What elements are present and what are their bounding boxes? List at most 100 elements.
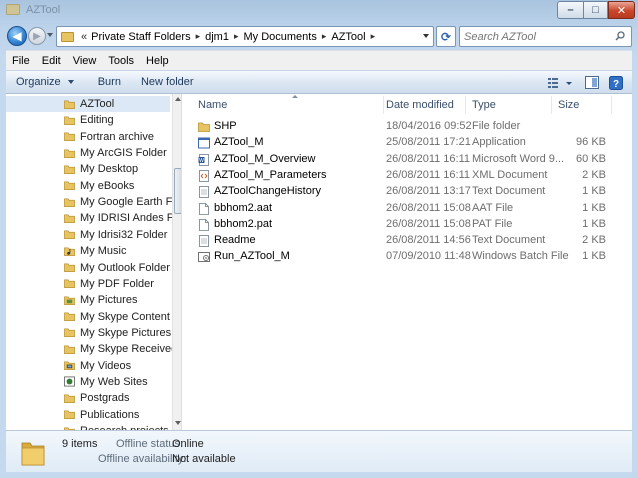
file-name: bbhom2.pat [214, 217, 273, 230]
minimize-button[interactable]: – [557, 1, 583, 19]
burn-button[interactable]: Burn [92, 76, 127, 88]
file-row[interactable]: AZTool_M_Parameters 26/08/2011 16:11 XML D… [182, 168, 632, 184]
menu-file[interactable]: File [6, 55, 36, 67]
close-button[interactable]: ✕ [608, 1, 635, 19]
nav-item-my-ebooks[interactable]: My eBooks [6, 178, 170, 194]
file-row[interactable]: bbhom2.pat 26/08/2011 15:08 PAT File 1 KB [182, 217, 632, 233]
nav-item-my-skype-received-files[interactable]: My Skype Received Files [6, 341, 181, 357]
nav-item-aztool[interactable]: AZTool [6, 96, 170, 112]
file-date-modified: 25/08/2011 17:21 [386, 136, 471, 149]
folder-icon [6, 4, 20, 15]
scroll-thumb[interactable] [174, 168, 181, 214]
nav-item-my-web-sites[interactable]: My Web Sites [6, 374, 170, 390]
sort-ascending-icon [292, 95, 298, 98]
forward-button[interactable]: ▶ [28, 27, 46, 45]
help-button[interactable]: ? [608, 75, 624, 90]
breadcrumb-my-documents[interactable]: My Documents [243, 31, 316, 43]
menu-edit[interactable]: Edit [36, 55, 67, 67]
nav-item-my-outlook-folder[interactable]: My Outlook Folder [6, 260, 170, 276]
breadcrumb-overflow[interactable]: « [81, 31, 87, 43]
breadcrumb-separator[interactable]: ▸ [234, 31, 239, 42]
refresh-icon: ⟳ [440, 29, 452, 44]
search-icon[interactable] [615, 31, 625, 41]
file-row[interactable]: bbhom2.aat 26/08/2011 15:08 AAT File 1 KB [182, 201, 632, 217]
folder-icon [61, 31, 74, 42]
nav-item-label: My Music [80, 245, 127, 258]
menu-help[interactable]: Help [140, 55, 175, 67]
nav-item-my-skype-content[interactable]: My Skype Content [6, 309, 170, 325]
nav-item-my-idrisi-andes-folder[interactable]: My IDRISI Andes Folder [6, 210, 181, 226]
nav-item-label: My Skype Received Files [80, 343, 181, 356]
nav-item-my-pdf-folder[interactable]: My PDF Folder [6, 276, 170, 292]
nav-item-postgrads[interactable]: Postgrads [6, 390, 170, 406]
back-button[interactable]: ◀ [7, 26, 27, 46]
nav-item-editing[interactable]: Editing [6, 112, 170, 128]
nav-item-research-projects[interactable]: Research projects [6, 423, 170, 430]
address-bar[interactable]: « Private Staff Folders ▸ djm1 ▸ My Docu… [56, 26, 434, 47]
recent-pages-dropdown[interactable] [47, 33, 53, 37]
breadcrumb-aztool[interactable]: AZTool [331, 31, 365, 43]
change-view-button[interactable] [546, 75, 576, 90]
nav-item-my-desktop[interactable]: My Desktop [6, 161, 170, 177]
file-row[interactable]: W AZTool_M_Overview 26/08/2011 16:11 Micros… [182, 152, 632, 168]
search-input[interactable] [464, 29, 609, 44]
nav-item-publications[interactable]: Publications [6, 407, 170, 423]
nav-item-my-videos[interactable]: My Videos [6, 358, 170, 374]
folder-icon [64, 410, 75, 420]
file-name: AZTool_M [214, 136, 264, 149]
nav-item-my-arcgis-folder[interactable]: My ArcGIS Folder [6, 145, 170, 161]
file-row[interactable]: SHP 18/04/2016 09:52 File folder [182, 119, 632, 135]
breadcrumb-separator[interactable]: ▸ [371, 31, 376, 42]
file-icon [199, 202, 209, 215]
folder-icon [64, 328, 75, 338]
svg-text:?: ? [613, 79, 619, 90]
new-folder-button[interactable]: New folder [135, 76, 200, 88]
file-name: AZToolChangeHistory [214, 185, 321, 198]
file-row[interactable]: Readme 26/08/2011 14:56 Text Document 2 KB [182, 233, 632, 249]
nav-item-label: My ArcGIS Folder [80, 147, 167, 160]
file-name: bbhom2.aat [214, 201, 273, 214]
breadcrumb-djm1[interactable]: djm1 [205, 31, 229, 43]
organize-button[interactable]: Organize [10, 76, 80, 88]
search-box[interactable] [459, 26, 632, 47]
nav-item-fortran-archive[interactable]: Fortran archive [6, 129, 170, 145]
nav-item-label: My Desktop [80, 163, 139, 176]
maximize-button[interactable]: □ [583, 1, 608, 19]
breadcrumb-separator[interactable]: ▸ [196, 31, 201, 42]
menu-tools[interactable]: Tools [102, 55, 140, 67]
scroll-down-icon[interactable] [175, 421, 181, 425]
videos-folder-icon [64, 361, 75, 371]
pictures-folder-icon [64, 296, 75, 305]
file-row[interactable]: AZTool_M 25/08/2011 17:21 Application 96 KB [182, 135, 632, 151]
menu-view[interactable]: View [67, 55, 103, 67]
application-icon [198, 137, 210, 149]
nav-item-my-pictures[interactable]: My Pictures [6, 292, 170, 308]
breadcrumb-private-staff-folders[interactable]: Private Staff Folders [91, 31, 190, 43]
address-dropdown-icon[interactable] [423, 34, 429, 38]
breadcrumb-separator[interactable]: ▸ [322, 31, 327, 42]
column-header-name[interactable]: Name [192, 95, 384, 114]
column-header-date[interactable]: Date modified [380, 96, 466, 114]
nav-item-label: My eBooks [80, 179, 135, 192]
nav-item-my-skype-pictures[interactable]: My Skype Pictures [6, 325, 171, 341]
column-header-type[interactable]: Type [466, 96, 552, 114]
file-type: XML Document [472, 168, 548, 181]
explorer-window: AZTool – □ ✕ ◀ ▶ « Private Staff Folders… [0, 0, 638, 478]
file-type: Microsoft Word 9... [472, 152, 565, 165]
file-row[interactable]: AZToolChangeHistory 26/08/2011 13:17 Text … [182, 184, 632, 200]
folder-icon [64, 181, 75, 191]
text-document-icon [199, 186, 209, 199]
nav-item-my-idrisi32-folder[interactable]: My Idrisi32 Folder [6, 227, 170, 243]
column-header-size[interactable]: Size [552, 96, 612, 114]
navigation-pane: AZTool Editing Fortran archive My ArcGIS Fo… [6, 94, 182, 430]
refresh-button[interactable]: ⟳ [436, 26, 456, 47]
offline-status-value: Online [172, 438, 204, 450]
nav-item-my-google-earth-folder[interactable]: My Google Earth Folder [6, 194, 181, 210]
nav-scrollbar[interactable] [172, 94, 181, 430]
file-row[interactable]: Run_AZTool_M 07/09/2010 11:48 Windows Batc… [182, 249, 632, 265]
nav-item-my-music[interactable]: My Music [6, 243, 170, 259]
scroll-up-icon[interactable] [175, 97, 181, 101]
preview-pane-icon [585, 76, 599, 89]
preview-pane-button[interactable] [584, 75, 600, 90]
forward-arrow-icon: ▶ [33, 30, 41, 42]
